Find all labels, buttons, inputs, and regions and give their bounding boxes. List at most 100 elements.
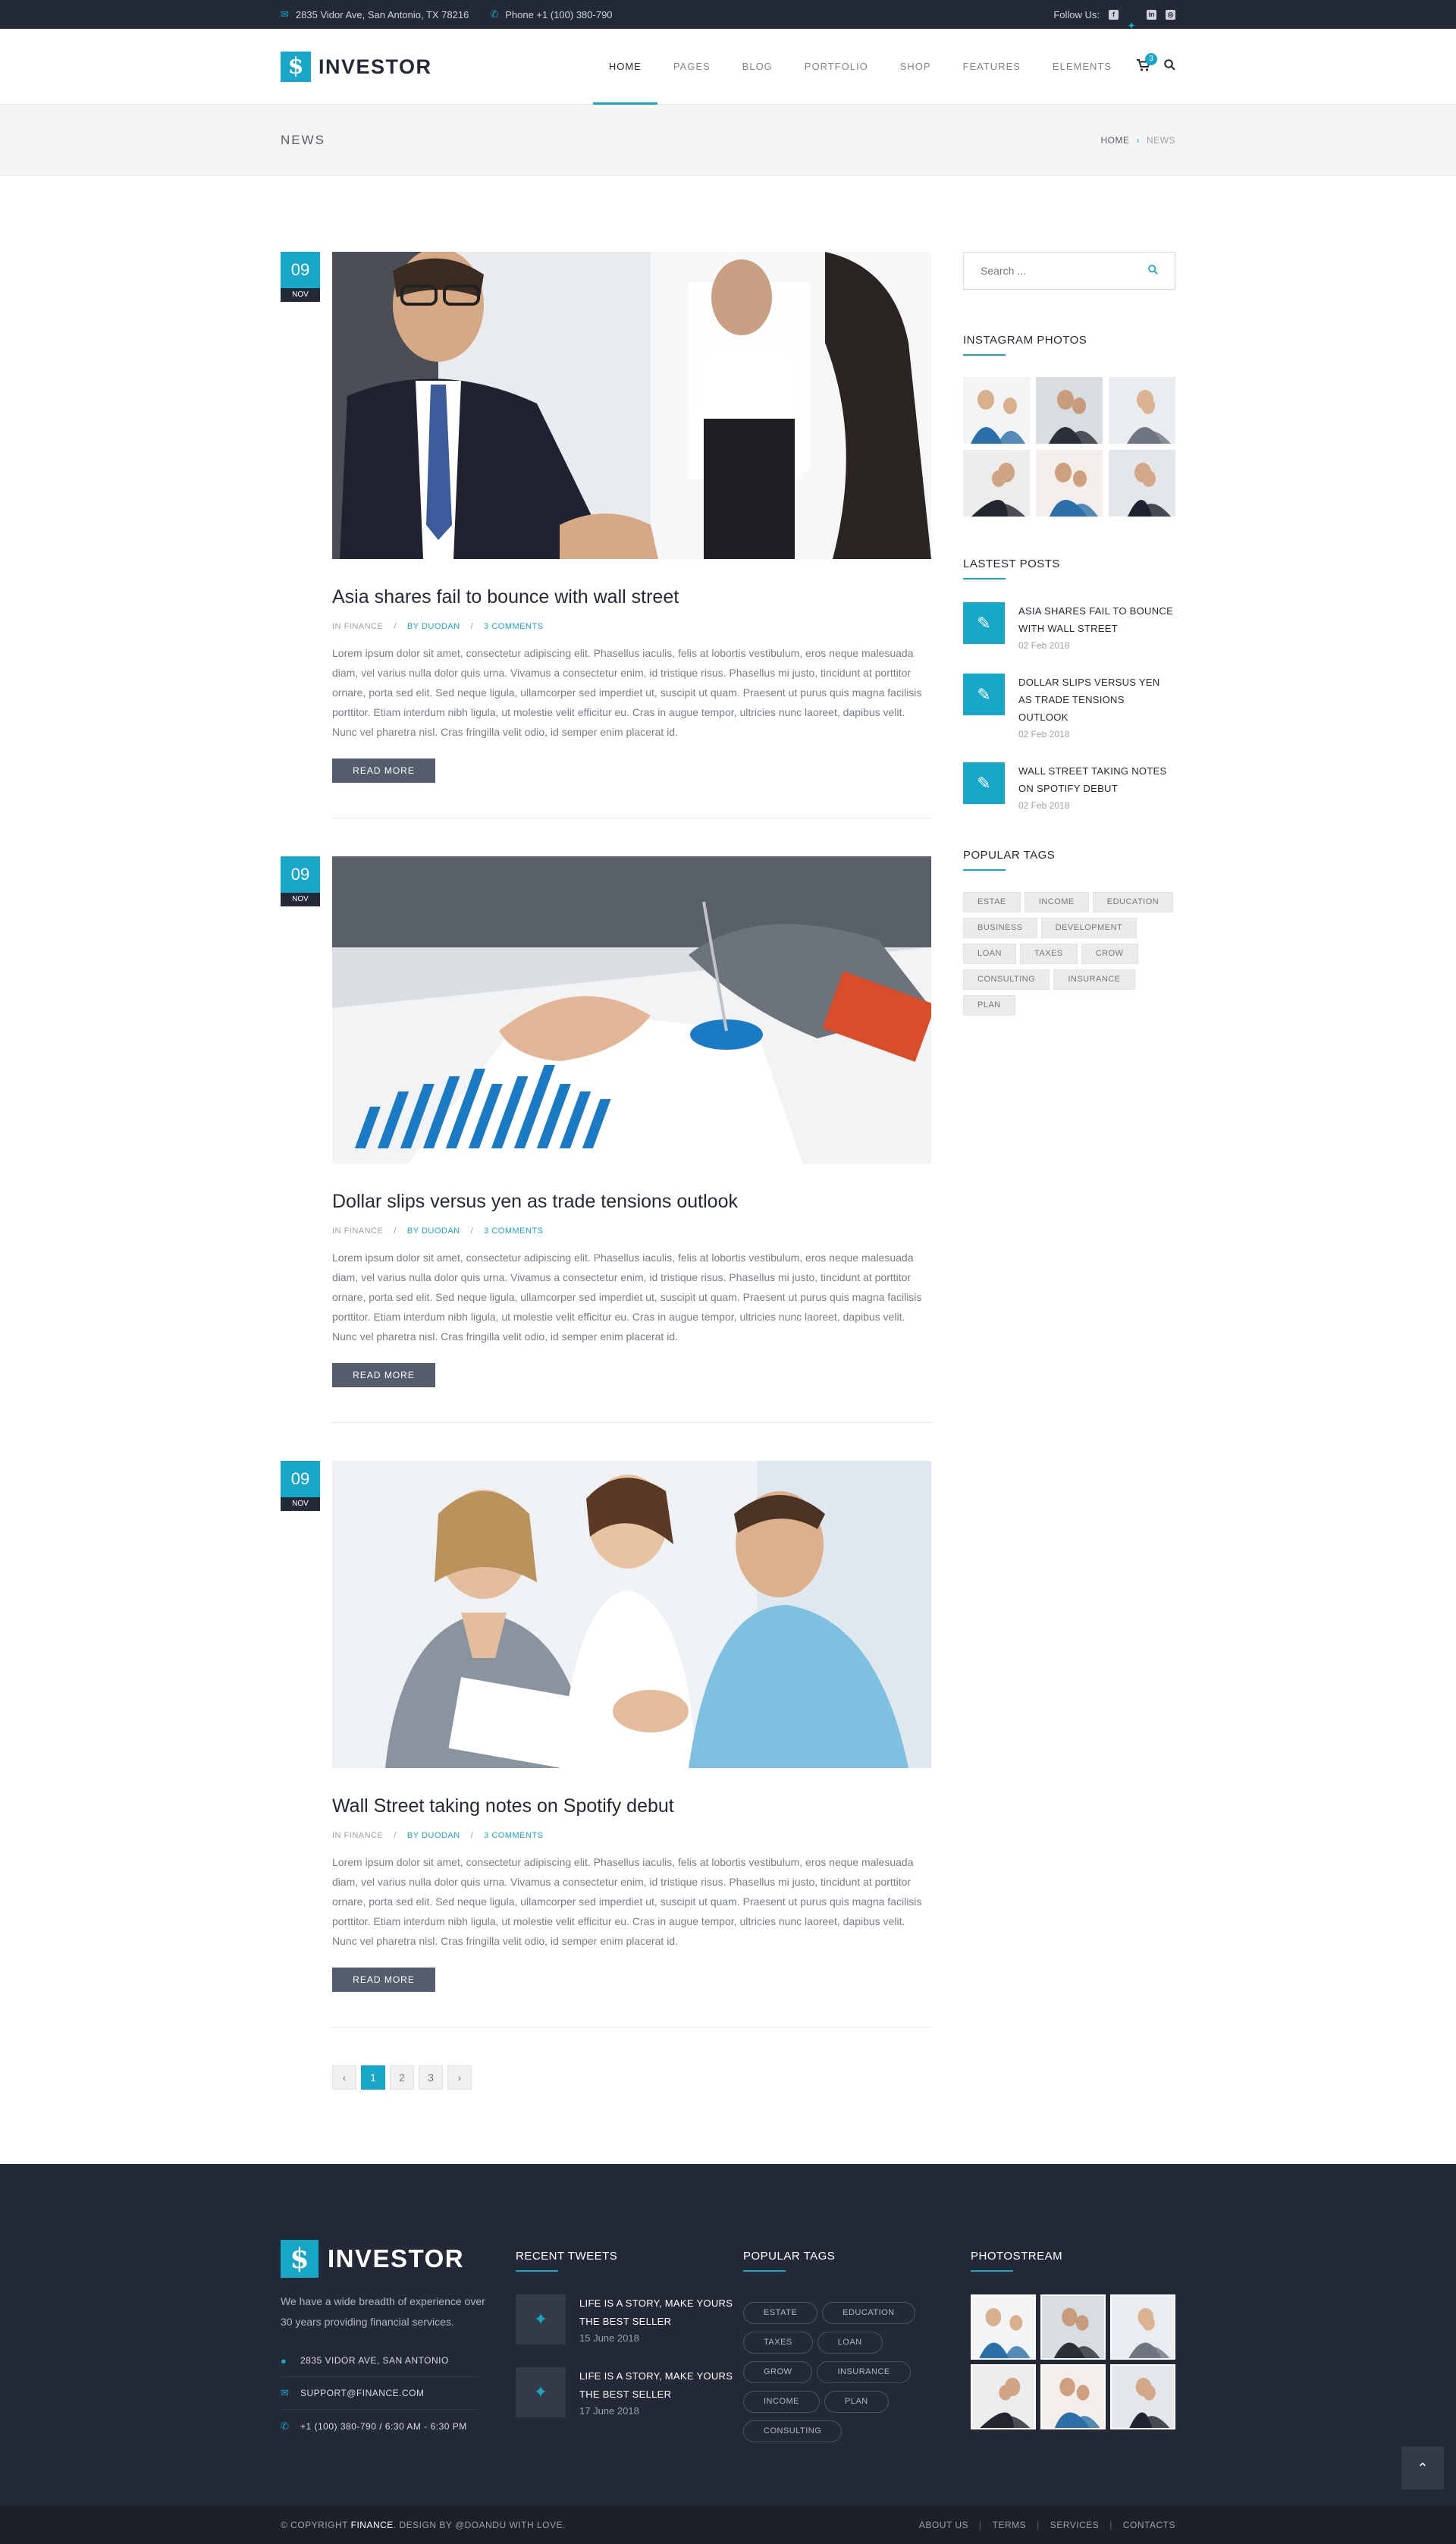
footer-link-about-us[interactable]: ABOUT US [919, 2520, 968, 2530]
photostream-photo[interactable] [1110, 2294, 1175, 2360]
footer-tag-grow[interactable]: GROW [743, 2361, 813, 2383]
instagram-photo[interactable] [963, 377, 1030, 444]
read-more-button[interactable]: READ MORE [332, 1968, 435, 1992]
footer-tag-insurance[interactable]: INSURANCE [817, 2361, 911, 2383]
instagram-photo[interactable] [1036, 450, 1103, 517]
post-title[interactable]: Asia shares fail to bounce with wall str… [332, 586, 931, 608]
site-logo[interactable]: $ INVESTOR [281, 52, 432, 82]
latest-post-title[interactable]: DOLLAR SLIPS VERSUS YEN AS TRADE TENSION… [1018, 674, 1175, 726]
pagination-page[interactable]: 2 [390, 2065, 414, 2090]
footer-tag-consulting[interactable]: CONSULTING [743, 2420, 843, 2442]
linkedin-icon[interactable]: in [1147, 9, 1156, 20]
latest-post-title[interactable]: ASIA SHARES FAIL TO BOUNCE WITH WALL STR… [1018, 602, 1175, 637]
tag-plan[interactable]: PLAN [963, 995, 1015, 1016]
pencil-icon: ✎ [963, 674, 1005, 715]
post-title[interactable]: Dollar slips versus yen as trade tension… [332, 1191, 931, 1213]
footer-photostream: PHOTOSTREAM [971, 2240, 1175, 2442]
back-to-top-button[interactable]: ⌃ [1401, 2447, 1444, 2489]
meta-separator: / [394, 1226, 397, 1236]
photostream-photo[interactable] [971, 2294, 1036, 2360]
tag-business[interactable]: BUSINESS [963, 918, 1037, 938]
tweet-item: ✦ LIFE IS A STORY, MAKE YOURS THE BEST SE… [516, 2294, 743, 2345]
tweet-text[interactable]: LIFE IS A STORY, MAKE YOURS THE BEST SEL… [579, 2294, 743, 2331]
post-image[interactable] [332, 1461, 931, 1768]
instagram-photo[interactable] [1109, 450, 1175, 517]
nav-item-pages[interactable]: PAGES [657, 29, 726, 105]
instagram-icon[interactable]: ◎ [1166, 9, 1175, 20]
search-icon[interactable] [1148, 265, 1158, 277]
post-image[interactable] [332, 856, 931, 1164]
tag-income[interactable]: INCOME [1024, 892, 1089, 912]
latest-post-title[interactable]: WALL STREET TAKING NOTES ON SPOTIFY DEBU… [1018, 762, 1175, 797]
instagram-photo[interactable] [963, 450, 1030, 517]
footer-link-services[interactable]: SERVICES [1050, 2520, 1099, 2530]
tag-loan[interactable]: LOAN [963, 944, 1016, 964]
tag-taxes[interactable]: TAXES [1019, 944, 1078, 964]
facebook-icon[interactable]: f [1109, 9, 1119, 20]
pagination-page[interactable]: 1 [361, 2065, 385, 2090]
footer-link-contacts[interactable]: CONTACTS [1123, 2520, 1175, 2530]
footer-tag-loan[interactable]: LOAN [817, 2332, 883, 2354]
tag-estae[interactable]: ESTAE [963, 892, 1021, 912]
footer-tag-plan[interactable]: PLAN [824, 2391, 889, 2413]
post-comments[interactable]: 3 COMMENTS [484, 1226, 543, 1236]
post-author[interactable]: BY DUODAN [407, 1831, 460, 1840]
search-input[interactable] [981, 265, 1132, 277]
footer-tag-taxes[interactable]: TAXES [743, 2332, 813, 2354]
footer-link-terms[interactable]: TERMS [993, 2520, 1027, 2530]
nav-item-shop[interactable]: SHOP [884, 29, 947, 105]
photostream-photo[interactable] [1040, 2294, 1106, 2360]
post-category[interactable]: IN FINANCE [332, 622, 383, 631]
footer-tag-estate[interactable]: ESTATE [743, 2302, 818, 2324]
instagram-photo[interactable] [1109, 377, 1175, 444]
latest-post-item[interactable]: ✎ DOLLAR SLIPS VERSUS YEN AS TRADE TENSIO… [963, 674, 1175, 740]
pagination-prev[interactable]: ‹ [332, 2065, 356, 2090]
sidebar: INSTAGRAM PHOTOS L [963, 252, 1175, 2090]
photostream-photo[interactable] [1040, 2364, 1106, 2429]
breadcrumb-home[interactable]: HOME [1101, 135, 1130, 146]
twitter-icon[interactable]: ✦ [516, 2294, 566, 2345]
copyright-brand[interactable]: FINANCE [351, 2520, 394, 2530]
instagram-photo[interactable] [1036, 377, 1103, 444]
tweet-text[interactable]: LIFE IS A STORY, MAKE YOURS THE BEST SEL… [579, 2367, 743, 2404]
read-more-button[interactable]: READ MORE [332, 1363, 435, 1387]
nav-item-home[interactable]: HOME [592, 29, 657, 105]
footer-about: $ INVESTOR We have a wide breadth of exp… [281, 2240, 516, 2442]
footer-tag-education[interactable]: EDUCATION [822, 2302, 915, 2324]
nav-item-elements[interactable]: ELEMENTS [1037, 29, 1128, 105]
pagination-next[interactable]: › [447, 2065, 472, 2090]
nav-item-portfolio[interactable]: PORTFOLIO [789, 29, 884, 105]
pagination-page[interactable]: 3 [419, 2065, 443, 2090]
post-comments[interactable]: 3 COMMENTS [484, 622, 543, 631]
post-author[interactable]: BY DUODAN [407, 1226, 460, 1236]
read-more-button[interactable]: READ MORE [332, 758, 435, 783]
site-header: $ INVESTOR HOME PAGES BLOG PORTFOLIO SHOP FEA… [0, 29, 1456, 105]
post-author[interactable]: BY DUODAN [407, 622, 460, 631]
post-excerpt: Lorem ipsum dolor sit amet, consectetur … [332, 1856, 922, 1947]
post-title[interactable]: Wall Street taking notes on Spotify debu… [332, 1795, 931, 1817]
twitter-icon[interactable]: ✦ [516, 2367, 566, 2417]
chevron-right-icon: › [1136, 135, 1140, 146]
post-category[interactable]: IN FINANCE [332, 1831, 383, 1840]
photostream-photo[interactable] [1110, 2364, 1175, 2429]
photostream-photo[interactable] [971, 2364, 1036, 2429]
post-comments[interactable]: 3 COMMENTS [484, 1831, 543, 1840]
footer-tag-income[interactable]: INCOME [743, 2391, 820, 2413]
latest-post-item[interactable]: ✎ WALL STREET TAKING NOTES ON SPOTIFY DEB… [963, 762, 1175, 811]
instagram-grid [963, 377, 1175, 517]
nav-item-features[interactable]: FEATURES [947, 29, 1037, 105]
post-category[interactable]: IN FINANCE [332, 1226, 383, 1236]
footer-logo[interactable]: $ INVESTOR [281, 2240, 516, 2278]
tag-development[interactable]: DEVELOPMENT [1040, 918, 1138, 938]
tag-insurance[interactable]: INSURANCE [1053, 969, 1135, 990]
tag-consulting[interactable]: CONSULTING [963, 969, 1050, 990]
nav-item-blog[interactable]: BLOG [726, 29, 789, 105]
search-icon[interactable] [1164, 59, 1175, 74]
top-bar: ✉ 2835 Vidor Ave, San Antonio, TX 78216 … [0, 0, 1456, 30]
cart-icon[interactable]: 3 [1137, 52, 1157, 75]
tag-education[interactable]: EDUCATION [1092, 892, 1174, 912]
latest-post-item[interactable]: ✎ ASIA SHARES FAIL TO BOUNCE WITH WALL ST… [963, 602, 1175, 651]
tag-crow[interactable]: CROW [1081, 944, 1138, 964]
post-image[interactable] [332, 252, 931, 559]
instagram-heading: INSTAGRAM PHOTOS [963, 334, 1175, 356]
